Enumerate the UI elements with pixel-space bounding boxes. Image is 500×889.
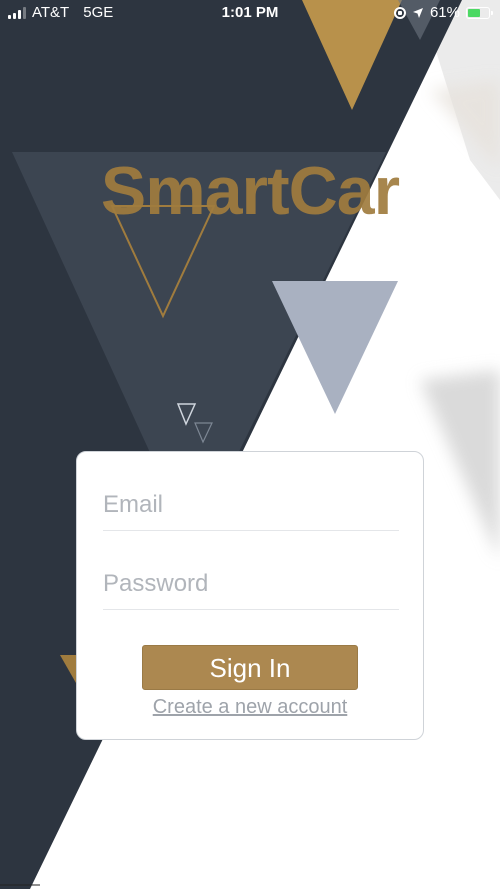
login-card: Sign In Create a new account: [76, 451, 424, 740]
create-account-link[interactable]: Create a new account: [77, 696, 423, 719]
password-field-container: [103, 559, 399, 610]
app-title: SmartCar: [100, 153, 400, 229]
status-right-group: 61%: [393, 4, 493, 21]
sign-in-button[interactable]: Sign In: [142, 645, 358, 690]
email-input[interactable]: [103, 480, 399, 530]
orientation-lock-icon: [393, 6, 406, 19]
battery-charging-icon: [466, 6, 493, 19]
location-arrow-icon: [412, 7, 423, 18]
email-field-container: [103, 480, 399, 531]
password-input[interactable]: [103, 559, 399, 609]
background-graphic: [0, 0, 500, 889]
battery-percent: 61%: [429, 4, 460, 21]
status-bar: AT&T 5GE 1:01 PM 61%: [0, 0, 500, 26]
